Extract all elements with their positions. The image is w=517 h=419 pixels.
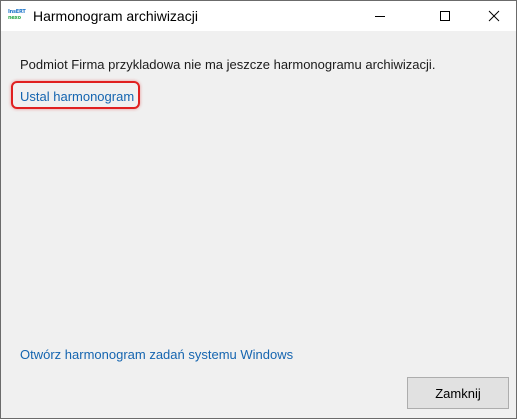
app-logo-line2: nexo [8,15,21,21]
minimize-button[interactable] [357,1,403,31]
set-schedule-link[interactable]: Ustal harmonogram [20,89,134,104]
dialog-content: Podmiot Firma przykladowa nie ma jeszcze… [1,32,516,418]
dialog-window: InsERT nexo Harmonogram archiwizacji Pod… [0,0,517,419]
close-icon [488,10,500,22]
title-bar[interactable]: InsERT nexo Harmonogram archiwizacji [1,1,516,31]
maximize-icon [440,11,450,21]
close-window-button[interactable] [471,1,517,31]
minimize-icon [375,16,385,17]
info-text: Podmiot Firma przykladowa nie ma jeszcze… [20,57,436,72]
close-button[interactable]: Zamknij [407,377,509,409]
window-title: Harmonogram archiwizacji [33,8,198,24]
windows-task-scheduler-link[interactable]: Otwórz harmonogram zadań systemu Windows [20,347,293,362]
maximize-button[interactable] [422,1,468,31]
app-logo-icon: InsERT nexo [8,9,26,23]
